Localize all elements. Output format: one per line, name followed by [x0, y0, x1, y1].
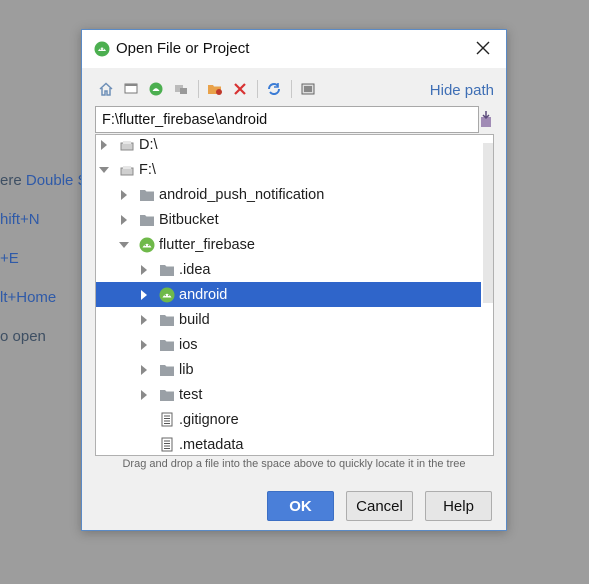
folder-icon	[139, 212, 155, 228]
arrow-spacer	[139, 440, 149, 450]
tree-row[interactable]: .gitignore	[96, 407, 481, 432]
tree-row-label: build	[179, 311, 210, 328]
toolbar	[96, 79, 323, 99]
open-file-dialog: Open File or Project Hide path F:\flutte…	[81, 29, 507, 531]
tree-row-label: D:\	[139, 136, 158, 153]
project-icon[interactable]	[146, 79, 166, 99]
tree-row[interactable]: F:\	[96, 157, 481, 182]
tree-row[interactable]: lib	[96, 357, 481, 382]
expand-arrow-icon[interactable]	[139, 339, 149, 350]
tree-row[interactable]: flutter_firebase	[96, 232, 481, 257]
tree-row-label: android	[179, 286, 228, 303]
file-icon	[159, 412, 175, 428]
folder-icon	[159, 312, 175, 328]
expand-arrow-icon[interactable]	[99, 139, 109, 150]
tree-row[interactable]: .idea	[96, 257, 481, 282]
ok-button[interactable]: OK	[267, 491, 334, 521]
bg-hint-goto-file: hift+N	[0, 211, 40, 228]
desktop-icon[interactable]	[121, 79, 141, 99]
bg-hint-drop: o open	[0, 328, 46, 345]
history-icon[interactable]	[479, 110, 493, 128]
folder-icon	[159, 337, 175, 353]
file-tree[interactable]: D:\ F:\ android_push_notification Bitbucket…	[95, 134, 494, 456]
home-icon[interactable]	[96, 79, 116, 99]
path-input[interactable]	[95, 106, 479, 133]
tree-row-label: .metadata	[179, 436, 244, 453]
dialog-titlebar: Open File or Project	[82, 30, 506, 68]
folder-icon	[159, 387, 175, 403]
toolbar-separator	[198, 80, 199, 98]
tree-row-label: .gitignore	[179, 411, 239, 428]
tree-row-label: .idea	[179, 261, 211, 278]
tree-row[interactable]: build	[96, 307, 481, 332]
refresh-icon[interactable]	[264, 79, 284, 99]
tree-row[interactable]: test	[96, 382, 481, 407]
drive-icon	[119, 137, 135, 153]
tree-row-label: F:\	[139, 161, 156, 178]
tree-row-label: test	[179, 386, 203, 403]
tree-row-label: lib	[179, 361, 194, 378]
tree-row[interactable]: android	[96, 282, 481, 307]
folder-icon	[159, 262, 175, 278]
tree-scrollbar[interactable]	[483, 143, 493, 303]
tree-row-label: ios	[179, 336, 198, 353]
tree-row-label: Bitbucket	[159, 211, 219, 228]
bg-hint-recent: +E	[0, 250, 19, 267]
close-icon[interactable]	[472, 37, 494, 59]
expand-arrow-icon[interactable]	[139, 389, 149, 400]
file-icon	[159, 437, 175, 453]
expand-arrow-icon[interactable]	[139, 289, 149, 300]
expand-arrow-icon[interactable]	[119, 214, 129, 225]
tree-row-label: flutter_firebase	[159, 236, 255, 253]
drag-drop-hint: Drag and drop a file into the space abov…	[122, 458, 466, 470]
expand-arrow-icon[interactable]	[139, 314, 149, 325]
delete-icon[interactable]	[230, 79, 250, 99]
expand-arrow-icon[interactable]	[139, 364, 149, 375]
expand-arrow-icon[interactable]	[119, 189, 129, 200]
drive-icon	[119, 162, 135, 178]
bg-hint-nav: lt+Home	[0, 289, 57, 306]
hide-path-link[interactable]: Hide path	[430, 82, 494, 99]
folder-icon	[139, 187, 155, 203]
dialog-title: Open File or Project	[116, 40, 250, 57]
show-hidden-icon[interactable]	[298, 79, 318, 99]
tree-row[interactable]: .metadata	[96, 432, 481, 455]
toolbar-separator	[291, 80, 292, 98]
collapse-arrow-icon[interactable]	[99, 165, 109, 175]
tree-row[interactable]: Bitbucket	[96, 207, 481, 232]
bg-hint-search: ere Double S	[0, 172, 88, 189]
tree-row[interactable]: D:\	[96, 135, 481, 157]
cancel-button[interactable]: Cancel	[346, 491, 413, 521]
folder-icon	[159, 362, 175, 378]
tree-row-label: android_push_notification	[159, 186, 325, 203]
arrow-spacer	[139, 415, 149, 425]
expand-arrow-icon[interactable]	[139, 264, 149, 275]
android-project-icon	[159, 287, 175, 303]
android-project-icon	[139, 237, 155, 253]
help-button[interactable]: Help	[425, 491, 492, 521]
tree-row[interactable]: android_push_notification	[96, 182, 481, 207]
android-studio-icon	[94, 41, 110, 57]
tree-row[interactable]: ios	[96, 332, 481, 357]
new-folder-icon[interactable]	[205, 79, 225, 99]
collapse-arrow-icon[interactable]	[119, 240, 129, 250]
module-icon[interactable]	[171, 79, 191, 99]
toolbar-separator	[257, 80, 258, 98]
